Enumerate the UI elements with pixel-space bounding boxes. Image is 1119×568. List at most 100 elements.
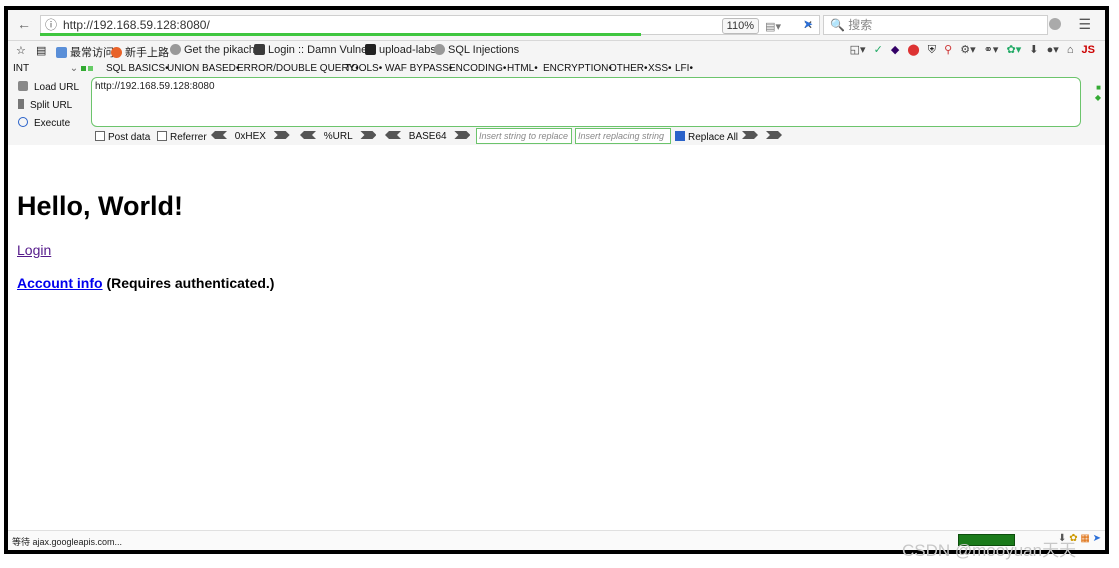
execute-icon <box>18 117 28 127</box>
ext-gear-icon[interactable]: ⚙▾ <box>960 44 975 56</box>
bookmark-item[interactable]: 新手上路 <box>111 44 169 60</box>
hackbar-panel: Load URL Split URL Execute http://192.16… <box>8 77 1105 146</box>
login-link[interactable]: Login <box>17 242 51 258</box>
account-note: (Requires authenticated.) <box>106 275 275 291</box>
menu-html[interactable]: HTML• <box>507 63 538 74</box>
hackbar-menu: INT ⌄ SQL BASICS• UNION BASED• ERROR/DOU… <box>8 61 1105 77</box>
nav-toolbar: ← ⓘ http://192.168.59.128:8080/ 110% ▤▾ … <box>8 10 1105 41</box>
bookmarks-bar: ☆ ▤ 最常访问 新手上路 Get the pikachu Login :: D… <box>8 41 1105 61</box>
zoom-level[interactable]: 110% <box>721 18 759 34</box>
address-bar[interactable]: ⓘ http://192.168.59.128:8080/ 110% ▤▾ ✕ <box>40 15 820 35</box>
post-data-checkbox[interactable]: Post data <box>95 131 150 143</box>
menu-union-based[interactable]: UNION BASED• <box>167 63 239 74</box>
account-icon[interactable] <box>1049 18 1061 30</box>
hackbar-select[interactable]: INT ⌄ <box>13 63 78 74</box>
shield-icon[interactable]: ⛨ <box>928 44 936 56</box>
ext-at-icon[interactable]: ⚭▾ <box>984 44 999 56</box>
hamburger-menu-icon[interactable]: ☰ <box>1078 16 1091 33</box>
download-icon[interactable]: ⬇ <box>1029 44 1038 56</box>
referrer-checkbox[interactable]: Referrer <box>157 131 207 143</box>
arrow-right-icon[interactable] <box>766 131 782 139</box>
globe-icon <box>434 44 445 55</box>
url-encode-control[interactable]: %URL <box>300 131 377 142</box>
bookmark-item[interactable]: Get the pikachu <box>170 44 261 56</box>
bookmark-item[interactable]: upload-labs <box>365 44 436 56</box>
menu-lfi[interactable]: LFI• <box>675 63 693 74</box>
account-info-link[interactable]: Account info <box>17 275 103 291</box>
library-icon[interactable]: ▤ <box>36 44 46 57</box>
adblock-icon[interactable]: ⬤ <box>907 44 919 56</box>
search-input[interactable]: 🔍 搜索 <box>823 15 1048 35</box>
menu-error-double-query[interactable]: ERROR/DOUBLE QUERY• <box>237 63 359 74</box>
search-placeholder: 搜索 <box>848 18 873 32</box>
js-icon[interactable]: JS <box>1082 44 1095 56</box>
arrow-left-icon[interactable] <box>385 131 401 139</box>
replace-arrow-2[interactable] <box>766 131 782 142</box>
load-url-button[interactable]: Load URL <box>18 81 79 93</box>
replacing-string-input[interactable]: Insert replacing string <box>575 128 671 144</box>
execute-button[interactable]: Execute <box>18 117 70 129</box>
menu-xss[interactable]: XSS• <box>648 63 672 74</box>
sync-icon[interactable]: ◱▾ <box>850 44 866 56</box>
ext-circle-icon[interactable]: ●▾ <box>1047 44 1059 56</box>
hackbar-dot-icon: ◆ <box>1094 93 1101 102</box>
reader-view-icon[interactable]: ▤▾ <box>765 18 781 36</box>
page-load-progress <box>40 33 641 36</box>
arrow-left-icon[interactable] <box>300 131 316 139</box>
account-line: Account info (Requires authenticated.) <box>17 275 274 291</box>
chevron-down-icon: ⌄ <box>69 63 79 74</box>
menu-tools[interactable]: TOOLS• <box>345 63 382 74</box>
hackbar-dot-icon <box>81 63 95 74</box>
pocket-icon[interactable]: ➤ <box>803 17 813 31</box>
star-icon[interactable]: ☆ <box>16 44 26 57</box>
checkbox-icon <box>95 131 105 141</box>
magnifier-icon[interactable]: ⚲ <box>944 44 952 56</box>
base64-control[interactable]: BASE64 <box>385 131 471 142</box>
globe-icon <box>170 44 181 55</box>
bookmark-item[interactable]: 最常访问 <box>56 44 114 60</box>
arrow-right-icon[interactable] <box>742 131 758 139</box>
arrow-right-icon[interactable] <box>360 131 377 139</box>
menu-sql-basics[interactable]: SQL BASICS• <box>106 63 169 74</box>
ext-leaf-icon[interactable]: ✿▾ <box>1006 44 1021 56</box>
replace-arrow[interactable] <box>742 131 758 142</box>
home-icon[interactable]: ⌂ <box>1067 44 1074 56</box>
bookmark-folder-icon <box>56 47 67 58</box>
back-arrow-icon[interactable]: ← <box>16 16 32 32</box>
bookmark-item[interactable]: SQL Injections <box>434 44 519 56</box>
menu-waf-bypass[interactable]: WAF BYPASS• <box>385 63 452 74</box>
hackbar-dot-icon: ■ <box>1096 83 1101 92</box>
hackbar-url-textarea[interactable]: http://192.168.59.128:8080 <box>91 77 1081 127</box>
menu-encryption[interactable]: ENCRYPTION• <box>543 63 612 74</box>
browser-window: ← ⓘ http://192.168.59.128:8080/ 110% ▤▾ … <box>4 6 1109 554</box>
arrow-left-icon[interactable] <box>211 131 227 139</box>
arrow-right-icon[interactable] <box>273 131 290 139</box>
checkbox-icon <box>157 131 167 141</box>
pocket-icon[interactable]: ➤ <box>1093 533 1101 544</box>
replace-all-checkbox[interactable]: Replace All <box>675 131 738 143</box>
menu-encoding[interactable]: ENCODING• <box>449 63 506 74</box>
ext-diamond-icon[interactable]: ◆ <box>891 44 899 56</box>
extension-icons: ◱▾ ✓ ◆ ⬤ ⛨ ⚲ ⚙▾ ⚭▾ ✿▾ ⬇ ●▾ ⌂ JS <box>845 43 1095 57</box>
arrow-right-icon[interactable] <box>454 131 471 139</box>
watermark: CSDN @mooyuan天天 <box>902 541 1077 560</box>
ext-n-icon[interactable]: ✓ <box>874 44 883 56</box>
split-url-icon <box>18 99 24 109</box>
firefox-icon <box>111 47 122 58</box>
ext-pdf-icon[interactable]: ▦ <box>1080 533 1089 544</box>
bookmark-item[interactable]: Login :: Damn Vulne... <box>254 44 376 56</box>
folder-icon <box>365 44 376 55</box>
page-content: Hello, World! Login Account info (Requir… <box>8 145 1105 530</box>
page-heading: Hello, World! <box>17 191 183 221</box>
split-url-button[interactable]: Split URL <box>18 99 72 111</box>
status-text: 等待 ajax.googleapis.com... <box>12 537 123 547</box>
hex-encode-control[interactable]: 0xHEX <box>211 131 290 142</box>
insert-string-input[interactable]: Insert string to replace <box>476 128 572 144</box>
menu-other[interactable]: OTHER• <box>609 63 648 74</box>
address-url[interactable]: http://192.168.59.128:8080/ <box>63 16 210 34</box>
load-url-icon <box>18 81 28 91</box>
checkbox-checked-icon <box>675 131 685 141</box>
info-icon[interactable]: ⓘ <box>45 16 57 34</box>
hackbar-options: Post data Referrer 0xHEX %URL BASE64 Ins… <box>8 128 1105 145</box>
dvwa-icon <box>254 44 265 55</box>
